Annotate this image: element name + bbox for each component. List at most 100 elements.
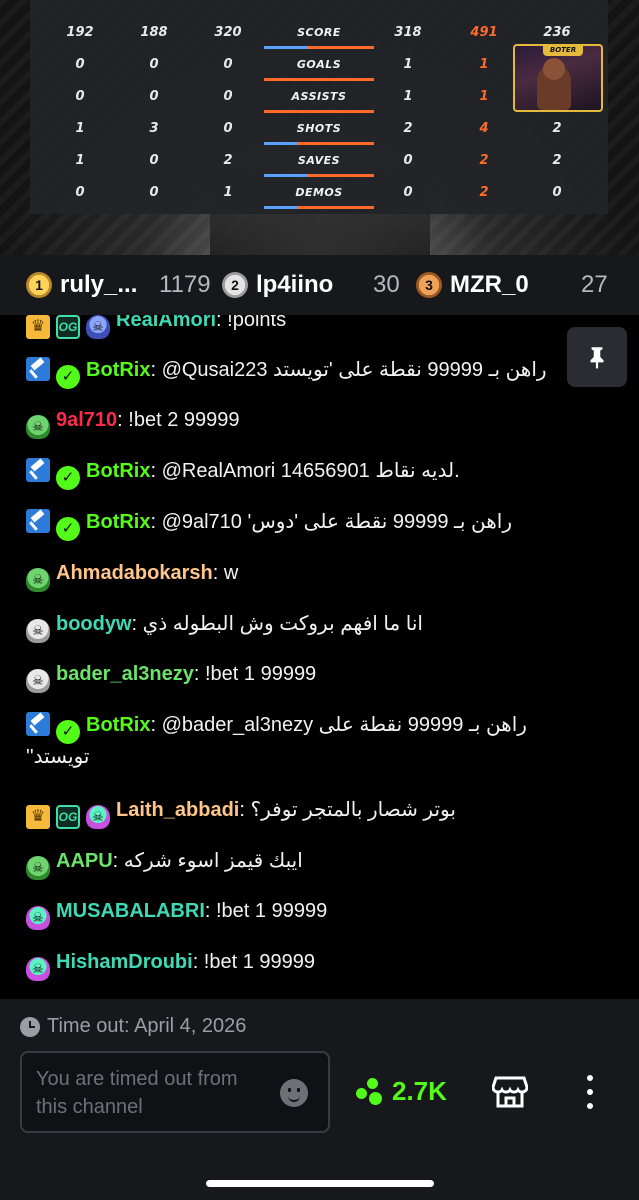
- silver-medal-icon: 2: [222, 272, 248, 298]
- chat-text: : @9al710 'راهن بـ 99999 نقطة على 'دوس: [150, 511, 512, 533]
- chat-username[interactable]: BotRix: [86, 359, 150, 381]
- scoreboard-value: 0: [552, 185, 562, 200]
- scoreboard-value: 0: [403, 153, 413, 168]
- chat-username[interactable]: MUSABALABRI: [56, 900, 205, 922]
- chat-text: : بوتر شصار بالمتجر توفر؟: [239, 799, 456, 821]
- chat-message[interactable]: ☠ 9al710: !bet 2 99999: [26, 407, 606, 439]
- skull-badge-icon: ☠: [26, 906, 50, 930]
- chat-messages[interactable]: ♛ OG ☠ RealAmori: !points ✓ BotRix: @Qusai22…: [0, 315, 639, 999]
- chat-text: : !bet 1 99999: [204, 900, 328, 922]
- points-value: 2.7K: [392, 1076, 447, 1106]
- scoreboard-row: 1 0 2 0 2 2 SAVES: [30, 150, 608, 182]
- verified-badge-icon: ✓: [56, 365, 80, 389]
- pin-icon: [590, 347, 604, 369]
- skull-badge-icon: ☠: [86, 315, 110, 339]
- chat-username[interactable]: BotRix: [86, 460, 150, 482]
- chat-username[interactable]: 9al710: [56, 409, 117, 431]
- chat-message[interactable]: ☠ HishamDroubi: !bet 1 99999: [26, 949, 606, 981]
- chat-message[interactable]: ☠ bader_al3nezy: !bet 1 99999: [26, 661, 606, 693]
- chat-username[interactable]: Ahmadabokarsh: [56, 562, 213, 584]
- skull-badge-icon: ☠: [26, 856, 50, 880]
- scoreboard-value: 4: [479, 121, 489, 136]
- pin-button[interactable]: [567, 327, 627, 387]
- scoreboard-value: 0: [75, 89, 85, 104]
- chat-text: : !points: [216, 315, 287, 331]
- more-options-icon[interactable]: [585, 1073, 595, 1111]
- chat-message[interactable]: ☠ AAPU: ايبك قيمز اسوء شركه: [26, 848, 606, 880]
- channel-points-button[interactable]: 2.7K: [356, 1076, 447, 1107]
- scoreboard-bar: [264, 142, 374, 145]
- scoreboard-bar: [264, 78, 374, 81]
- chat-message[interactable]: ✓ BotRix: @RealAmori لديه نقاط 14656901.: [26, 458, 606, 490]
- leader-1[interactable]: 1 ruly_...: [26, 255, 137, 315]
- moderator-badge-icon: [26, 357, 50, 381]
- leaderboard: 1 ruly_... 1179 2 lp4iino 30 3 MZR_0 27: [0, 255, 639, 315]
- leader-2[interactable]: 2 lp4iino: [222, 255, 333, 315]
- emoji-icon[interactable]: [280, 1079, 308, 1107]
- chat-username[interactable]: Laith_abbadi: [116, 799, 239, 821]
- scoreboard-value: 0: [403, 185, 413, 200]
- scoreboard-value: 188: [140, 25, 168, 40]
- skull-badge-icon: ☠: [26, 415, 50, 439]
- scoreboard-row: 1 3 0 2 4 2 SHOTS: [30, 118, 608, 150]
- scoreboard-value: 1: [75, 121, 85, 136]
- chat-text: : !bet 1 99999: [193, 663, 317, 685]
- scoreboard-value: 3: [149, 121, 159, 136]
- chat-username[interactable]: BotRix: [86, 714, 150, 736]
- skull-badge-icon: ☠: [26, 669, 50, 693]
- chat-username[interactable]: BotRix: [86, 511, 150, 533]
- scoreboard-value: 0: [149, 57, 159, 72]
- moderator-badge-icon: [26, 712, 50, 736]
- store-icon[interactable]: [492, 1075, 528, 1109]
- scoreboard-bar-fill: [264, 142, 297, 145]
- chat-message[interactable]: ☠ Ahmadabokarsh: w: [26, 560, 606, 592]
- chat-username[interactable]: AAPU: [56, 850, 113, 872]
- chat-input[interactable]: You are timed out from this channel: [20, 1051, 330, 1133]
- scoreboard-value: 320: [214, 25, 242, 40]
- leader-name: MZR_0: [450, 271, 529, 298]
- chat-username[interactable]: RealAmori: [116, 315, 216, 331]
- chat-text: : @bader_al3nezy راهن بـ 99999 نقطة على: [150, 714, 527, 736]
- leader-points: 27: [581, 271, 608, 298]
- chat-message[interactable]: ☠ MUSABALABRI: !bet 1 99999: [26, 898, 606, 930]
- scoreboard-label: SCORE: [297, 26, 341, 39]
- chat-text: : w: [212, 562, 239, 584]
- stream-video[interactable]: 192 188 320 318 491 236 SCORE 0 0 0 1 1 GOALS 0 0 0 1 1 AS…: [0, 0, 639, 255]
- scoreboard-value: 2: [403, 121, 413, 136]
- verified-badge-icon: ✓: [56, 720, 80, 744]
- scoreboard-bar-fill: [264, 46, 308, 49]
- scoreboard-bar-fill: [264, 174, 308, 177]
- scoreboard-row: 0 0 1 0 2 0 DEMOS: [30, 182, 608, 214]
- chat-message[interactable]: ♛ OG ☠ Laith_abbadi: بوتر شصار بالمتجر توفر…: [26, 797, 606, 829]
- scoreboard-value: 1: [403, 57, 413, 72]
- moderator-badge-icon: [26, 458, 50, 482]
- scoreboard-value: 1: [479, 89, 489, 104]
- chat-text: : !bet 1 99999: [192, 951, 316, 973]
- chat-username[interactable]: boodyw: [56, 613, 132, 635]
- streamer-head: [543, 58, 565, 80]
- chat-input-placeholder: You are timed out from this channel: [36, 1068, 238, 1118]
- leader-3[interactable]: 3 MZR_0: [416, 255, 529, 315]
- og-badge-icon: OG: [56, 805, 80, 829]
- leader-name: lp4iino: [256, 271, 334, 298]
- chat-username[interactable]: HishamDroubi: [56, 951, 193, 973]
- chat-message[interactable]: ✓ BotRix: @bader_al3nezy راهن بـ 99999 نق…: [26, 712, 606, 770]
- scoreboard-value: 491: [470, 25, 498, 40]
- scoreboard-bar: [264, 46, 374, 49]
- chat-message[interactable]: ✓ BotRix: @Qusai223 راهن بـ 99999 نقطة عل…: [26, 357, 606, 389]
- scoreboard-value: 318: [394, 25, 422, 40]
- scoreboard-value: 2: [552, 153, 562, 168]
- scoreboard-value: 1: [75, 153, 85, 168]
- scoreboard-value: 0: [223, 89, 233, 104]
- chat-text: : @RealAmori لديه نقاط 14656901.: [150, 460, 460, 482]
- chat-message[interactable]: ☠ boodyw: انا ما افهم بروكت وش البطوله ذي: [26, 611, 606, 643]
- points-icon: [356, 1077, 386, 1106]
- chat-text-continued: ''تويستد: [26, 746, 90, 768]
- chat-footer: Time out: April 4, 2026 You are timed ou…: [0, 999, 639, 1200]
- chat-message[interactable]: ✓ BotRix: @9al710 'راهن بـ 99999 نقطة على…: [26, 509, 606, 541]
- chat-message[interactable]: ♛ OG ☠ RealAmori: !points: [26, 315, 606, 339]
- chat-username[interactable]: bader_al3nezy: [56, 663, 194, 685]
- scoreboard-value: 2: [479, 185, 489, 200]
- crown-badge-icon: ♛: [26, 805, 50, 829]
- crown-badge-icon: ♛: [26, 315, 50, 339]
